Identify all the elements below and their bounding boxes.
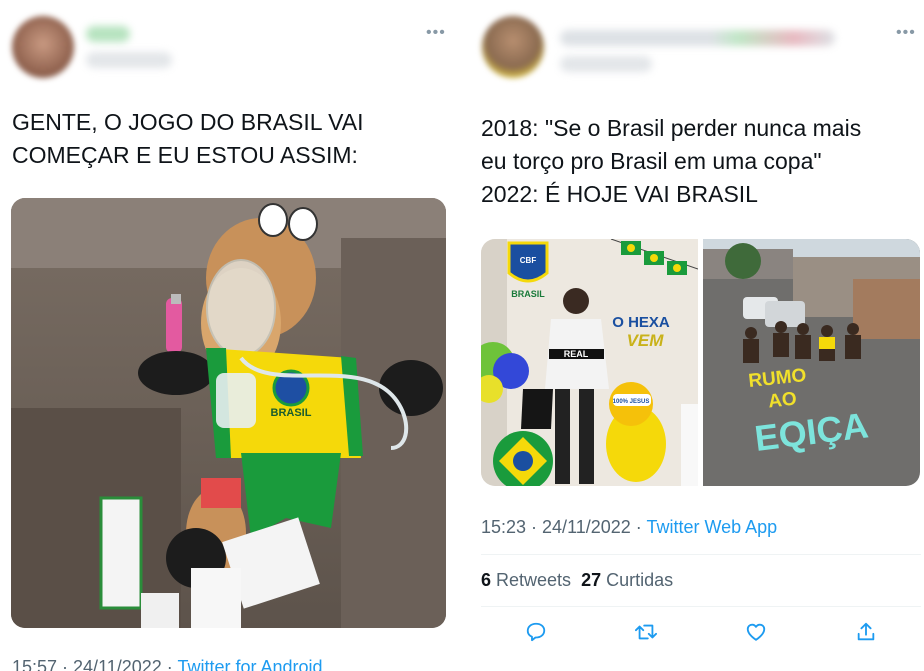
username[interactable] bbox=[86, 52, 172, 68]
ao-text: AO bbox=[767, 389, 798, 413]
brasil-label: BRASIL bbox=[511, 289, 545, 299]
source-app-link[interactable]: Twitter for Android bbox=[177, 657, 322, 671]
timestamp[interactable]: 15:23 · 24/11/2022 · bbox=[481, 517, 646, 537]
tweet-photo-2[interactable]: RUMO AO EQIÇA bbox=[703, 239, 920, 486]
retweets-count[interactable]: 6 bbox=[481, 570, 491, 590]
tweet-text: 2018: "Se o Brasil perder nunca mais eu … bbox=[481, 115, 862, 207]
timestamp[interactable]: 15:57 · 24/11/2022 · bbox=[12, 657, 177, 671]
share-icon bbox=[857, 622, 875, 641]
avatar[interactable] bbox=[12, 16, 74, 78]
shirt-text: REAL bbox=[564, 349, 589, 359]
retweet-button[interactable] bbox=[626, 612, 666, 652]
jesus-headband: 100% JESUS bbox=[613, 399, 650, 405]
username[interactable] bbox=[560, 56, 652, 72]
likes-count[interactable]: 27 bbox=[581, 570, 601, 590]
tweet-stats: 6 Retweets 27 Curtidas bbox=[481, 570, 673, 591]
plush-horse-image: BRASIL bbox=[11, 198, 446, 628]
reply-button[interactable] bbox=[516, 612, 556, 652]
like-icon bbox=[746, 623, 766, 641]
source-app-link[interactable]: Twitter Web App bbox=[646, 517, 777, 537]
avatar[interactable] bbox=[482, 16, 544, 78]
retweets-label[interactable]: Retweets bbox=[491, 570, 581, 590]
fan-photo: CBF BRASIL O HEXA VEM REAL 100% JESUS bbox=[481, 239, 698, 486]
display-name[interactable] bbox=[86, 26, 130, 42]
shirt-label: BRASIL bbox=[271, 407, 312, 419]
column-gap bbox=[456, 0, 466, 671]
tweet-meta: 15:57 · 24/11/2022 · Twitter for Android bbox=[12, 657, 323, 671]
tweet-photo-1[interactable]: CBF BRASIL O HEXA VEM REAL 100% JESUS bbox=[481, 239, 698, 486]
display-name[interactable] bbox=[560, 30, 835, 46]
likes-label[interactable]: Curtidas bbox=[601, 570, 673, 590]
action-bar bbox=[481, 612, 921, 652]
street-photo: RUMO AO EQIÇA bbox=[703, 239, 920, 486]
vem-text: VEM bbox=[627, 331, 665, 350]
like-button[interactable] bbox=[736, 612, 776, 652]
tweet-text: GENTE, O JOGO DO BRASIL VAI COMEÇAR E EU… bbox=[12, 109, 364, 168]
retweet-icon bbox=[635, 624, 657, 640]
tweet-meta: 15:23 · 24/11/2022 · Twitter Web App bbox=[481, 517, 777, 538]
divider bbox=[481, 606, 921, 607]
cbf-label: CBF bbox=[520, 256, 537, 265]
reply-icon bbox=[526, 622, 546, 642]
tweet-right[interactable]: ••• 2018: "Se o Brasil perder nunca mais… bbox=[466, 0, 924, 671]
tweet-photo[interactable]: BRASIL bbox=[11, 198, 446, 628]
tweet-left[interactable]: ••• GENTE, O JOGO DO BRASIL VAI COMEÇAR … bbox=[0, 0, 456, 671]
more-icon[interactable]: ••• bbox=[896, 24, 916, 42]
more-icon[interactable]: ••• bbox=[426, 24, 446, 42]
divider bbox=[481, 554, 921, 555]
share-button[interactable] bbox=[846, 612, 886, 652]
o-hexa-text: O HEXA bbox=[612, 314, 670, 331]
